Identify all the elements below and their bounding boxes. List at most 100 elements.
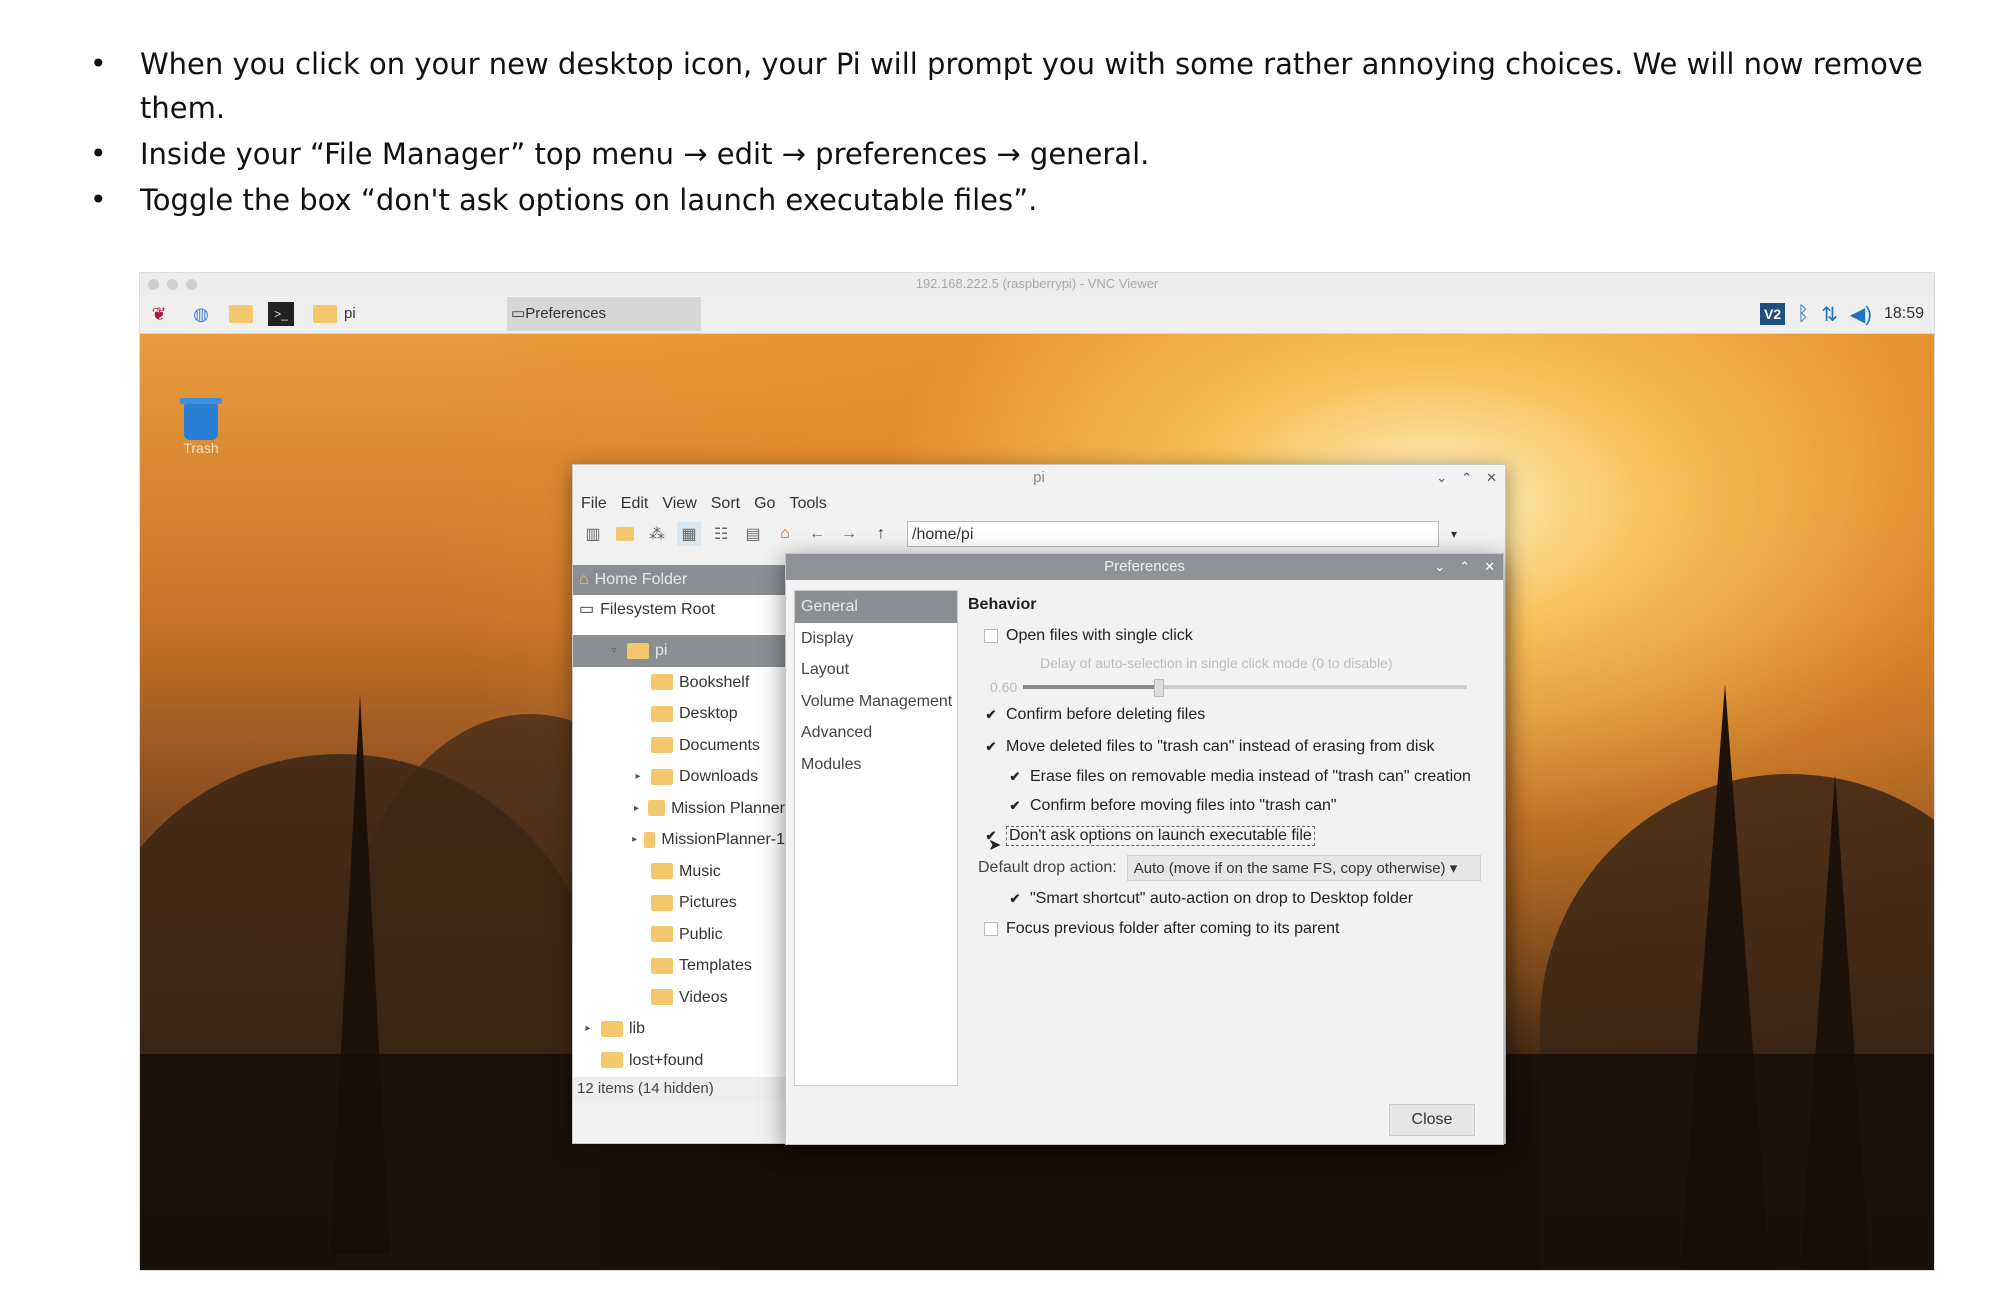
expander-arrow-icon[interactable]: ▿ — [607, 635, 621, 667]
minimize-icon[interactable]: ⌄ — [1436, 465, 1447, 491]
icon-view-icon[interactable]: ▦ — [677, 522, 701, 546]
tree-item[interactable]: Documents — [573, 730, 785, 762]
opt-focus-previous[interactable]: Focus previous folder after coming to it… — [968, 913, 1488, 945]
tree-item[interactable]: ▸ lib — [573, 1013, 785, 1045]
tree-item-label: Music — [679, 862, 721, 880]
menu-tools[interactable]: Tools — [789, 495, 826, 513]
up-arrow-icon[interactable]: ↑ — [869, 522, 893, 546]
opt-move-to-trash[interactable]: ✔ Move deleted files to "trash can" inst… — [968, 731, 1488, 763]
tree-item[interactable]: ▸ Downloads — [573, 761, 785, 793]
expander-arrow-icon[interactable]: ▸ — [631, 824, 638, 856]
maximize-icon[interactable]: ⌃ — [1461, 465, 1472, 491]
opt-confirm-trash[interactable]: ✔ Confirm before moving files into "tras… — [968, 792, 1488, 821]
bullet-icon: • — [90, 183, 107, 216]
category-advanced[interactable]: Advanced — [795, 717, 957, 749]
menu-go[interactable]: Go — [754, 495, 775, 513]
menu-sort[interactable]: Sort — [711, 495, 740, 513]
checkbox-move-to-trash[interactable]: ✔ — [984, 739, 998, 754]
folder-icon — [651, 926, 673, 943]
close-icon[interactable]: ✕ — [1486, 465, 1497, 491]
tree-item[interactable]: ▿ pi — [573, 635, 785, 667]
drop-action-select[interactable]: Auto (move if on the same FS, copy other… — [1126, 855, 1481, 881]
terminal-icon[interactable]: >_ — [268, 302, 294, 326]
vnc-server-icon[interactable]: V2 — [1760, 303, 1786, 325]
category-modules[interactable]: Modules — [795, 749, 957, 781]
tree-item[interactable]: lost+found — [573, 1045, 785, 1077]
back-arrow-icon[interactable]: ← — [805, 522, 829, 546]
tree-item[interactable]: Videos — [573, 982, 785, 1014]
menu-file[interactable]: File — [581, 495, 607, 513]
place-home-folder[interactable]: ⌂ Home Folder — [573, 565, 785, 595]
chevron-down-icon[interactable]: ▾ — [1451, 527, 1457, 541]
new-folder-icon[interactable] — [613, 522, 637, 546]
location-bar[interactable]: /home/pi — [907, 521, 1439, 547]
slider-track[interactable] — [1023, 678, 1468, 697]
opt-single-click[interactable]: Open files with single click — [968, 620, 1488, 652]
category-general[interactable]: General — [795, 591, 957, 623]
opt-erase-removable[interactable]: ✔ Erase files on removable media instead… — [968, 763, 1488, 792]
slider-handle[interactable] — [1154, 678, 1165, 697]
raspberry-menu-icon[interactable]: ❦ — [146, 302, 172, 326]
filter-icon[interactable]: ⁂ — [645, 522, 669, 546]
category-volume-management[interactable]: Volume Management — [795, 686, 957, 718]
task-button-label: Preferences — [525, 305, 607, 322]
opt-smart-shortcut[interactable]: ✔ "Smart shortcut" auto-action on drop t… — [968, 884, 1488, 913]
place-filesystem-root[interactable]: ▭ Filesystem Root — [573, 595, 785, 625]
maximize-dot-icon[interactable] — [186, 279, 197, 290]
folder-icon — [651, 863, 673, 880]
network-icon[interactable]: ⇅ — [1821, 302, 1838, 327]
bluetooth-icon[interactable]: ᛒ — [1797, 303, 1809, 326]
tree-item-label: MissionPlanner-1 — [661, 831, 785, 848]
folder-icon[interactable] — [312, 302, 338, 326]
menu-edit[interactable]: Edit — [621, 495, 649, 513]
checkbox-smart-shortcut[interactable]: ✔ — [1008, 891, 1022, 906]
category-display[interactable]: Display — [795, 623, 957, 655]
checkbox-confirm-trash[interactable]: ✔ — [1008, 798, 1022, 813]
minimize-dot-icon[interactable] — [167, 279, 178, 290]
task-button-preferences[interactable]: ▭Preferences — [507, 297, 701, 331]
trash-desktop-icon[interactable]: Trash — [176, 398, 226, 456]
tree-item[interactable]: Music — [573, 856, 785, 888]
volume-icon[interactable]: ◀) — [1850, 302, 1872, 327]
detail-view-icon[interactable]: ▤ — [741, 522, 765, 546]
tree-item[interactable]: ▸ Mission Planner — [573, 793, 785, 825]
file-manager-icon[interactable] — [228, 302, 254, 326]
opt-confirm-delete[interactable]: ✔ Confirm before deleting files — [968, 700, 1488, 732]
close-icon[interactable]: ✕ — [1484, 554, 1495, 580]
window-controls[interactable] — [148, 279, 197, 290]
tree-item[interactable]: Templates — [573, 950, 785, 982]
expander-arrow-icon[interactable]: ▸ — [581, 1013, 595, 1045]
list-view-icon[interactable]: ☷ — [709, 522, 733, 546]
expander-arrow-icon[interactable]: ▸ — [631, 761, 645, 793]
category-layout[interactable]: Layout — [795, 654, 957, 686]
forward-arrow-icon[interactable]: → — [837, 522, 861, 546]
instruction-text: When you click on your new desktop icon,… — [140, 47, 1923, 125]
home-icon[interactable]: ⌂ — [773, 522, 797, 546]
tree-item[interactable]: ▸ MissionPlanner-1 — [573, 824, 785, 856]
clock[interactable]: 18:59 — [1884, 305, 1924, 323]
opt-dont-ask-launch[interactable]: ✔ Don't ask options on launch executable… — [968, 821, 1488, 854]
folder-icon — [651, 737, 673, 754]
taskbar-folder-label[interactable]: pi — [344, 295, 356, 333]
checkbox-confirm-delete[interactable]: ✔ — [984, 707, 998, 722]
tree-item[interactable]: Desktop — [573, 698, 785, 730]
bullet-icon: • — [90, 47, 107, 80]
prefs-category-list: General Display Layout Volume Management… — [794, 590, 958, 1086]
checkbox-single-click[interactable] — [984, 628, 998, 643]
tree-item-label: Public — [679, 925, 723, 943]
prefs-titlebar: Preferences ⌄ ⌃ ✕ — [786, 554, 1503, 580]
close-dot-icon[interactable] — [148, 279, 159, 290]
expander-arrow-icon[interactable]: ▸ — [631, 793, 642, 825]
checkbox-erase-removable[interactable]: ✔ — [1008, 769, 1022, 784]
tree-item[interactable]: Pictures — [573, 887, 785, 919]
tree-item[interactable]: Public — [573, 919, 785, 951]
browser-globe-icon[interactable]: ◍ — [188, 302, 214, 326]
maximize-icon[interactable]: ⌃ — [1459, 554, 1470, 580]
close-button[interactable]: Close — [1389, 1104, 1475, 1136]
side-pane-icon[interactable]: ▥ — [581, 522, 605, 546]
tree-item[interactable]: Bookshelf — [573, 667, 785, 699]
menu-view[interactable]: View — [662, 495, 696, 513]
checkbox-focus-previous[interactable] — [984, 921, 998, 936]
delay-slider[interactable]: 0.60 — [968, 674, 1488, 700]
minimize-icon[interactable]: ⌄ — [1434, 554, 1445, 580]
